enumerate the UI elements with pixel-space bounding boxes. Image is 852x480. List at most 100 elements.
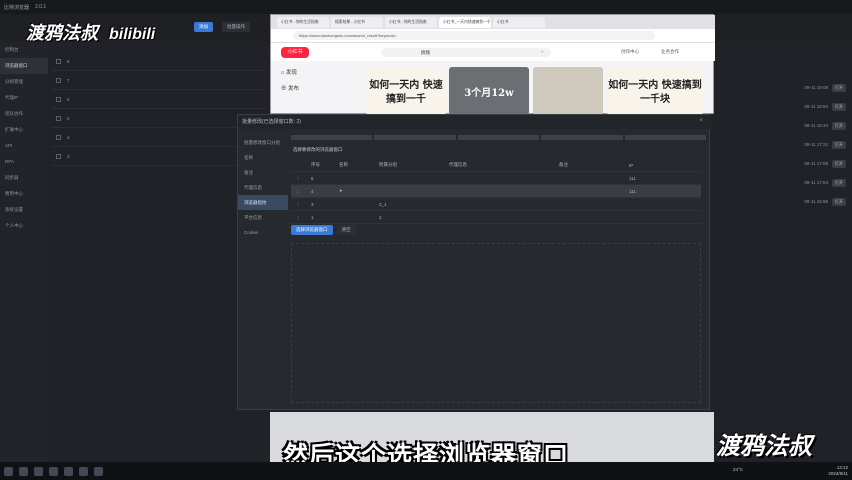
url-field[interactable]: https://www.xiaohongshu.com/search_resul… — [293, 31, 655, 40]
row-checkbox[interactable]: :: — [291, 215, 311, 220]
row-checkbox[interactable] — [56, 115, 61, 121]
business-link[interactable]: 业务合作 — [661, 49, 679, 55]
browser-tab[interactable]: 搜索结果 - 小红书 — [331, 16, 383, 28]
open-button[interactable]: 打开 — [832, 159, 846, 168]
sidebar-item[interactable]: RPA — [0, 154, 48, 170]
dialog-title: 批量修改(已选择窗口数: 2) — [238, 115, 711, 129]
row-checkbox[interactable] — [56, 96, 61, 102]
col-name: 名称 — [339, 162, 348, 167]
dialog-side-item[interactable]: 平台信息 — [238, 210, 288, 225]
open-button[interactable]: 打开 — [832, 197, 846, 206]
row-checkbox[interactable]: :: — [291, 176, 311, 181]
step-tab[interactable] — [541, 135, 623, 140]
dialog-side-item-active[interactable]: 浏览器指纹 — [238, 195, 288, 210]
sidebar-item[interactable]: API — [0, 138, 48, 154]
table-row[interactable]: 8 — [52, 52, 267, 71]
dialog-side-item[interactable]: 备注 — [238, 165, 288, 180]
row-checkbox[interactable] — [56, 134, 61, 140]
sidebar-item-active[interactable]: 浏览器窗口 — [0, 58, 48, 74]
sidebar-item[interactable]: 同步器 — [0, 170, 48, 186]
browser-tab[interactable]: 小红书 - 你的生活指南 — [277, 16, 329, 28]
clear-button[interactable]: 清空 — [336, 225, 356, 235]
sidebar-item[interactable]: 代理IP — [0, 90, 48, 106]
step-tab[interactable] — [624, 135, 707, 140]
weather-temp: 24°C — [733, 467, 744, 472]
table-row[interactable]: 7 — [52, 71, 267, 90]
col-proxy: 代理信息 — [449, 162, 467, 167]
nav-discover[interactable]: ⌂ 发现 — [281, 65, 341, 81]
title-bar: 比特浏览器 2.0.1 — [0, 0, 852, 14]
xiaohongshu-logo[interactable]: 小红书 — [281, 47, 309, 58]
open-button[interactable]: 打开 — [832, 178, 846, 187]
table-row[interactable]: 3 — [52, 147, 267, 166]
nav-publish[interactable]: ⊕ 发布 — [281, 81, 341, 97]
sidebar-item[interactable]: 系统设置 — [0, 202, 48, 218]
table-row[interactable]: 6 — [52, 90, 267, 109]
dialog-side-item[interactable]: 批量修改窗口分组 — [238, 135, 288, 150]
row-index: 8 — [67, 58, 70, 64]
note-card[interactable]: 3个月12w — [449, 67, 529, 115]
select-window-button[interactable]: 选择浏览器窗口 — [291, 225, 333, 235]
browser-tab[interactable]: 小红书 - 你的生活指南 — [385, 16, 437, 28]
row-checkbox[interactable] — [56, 153, 61, 159]
app-icon[interactable] — [64, 466, 73, 476]
sidebar-item[interactable]: 分组管理 — [0, 74, 48, 90]
row-index: 3 — [67, 153, 70, 159]
sidebar-item[interactable]: 个人中心 — [0, 218, 48, 234]
system-clock[interactable]: 13:12 2024/9/11 — [828, 465, 848, 477]
list-item: 09-11 16:58 打开 — [715, 192, 852, 211]
row-checkbox[interactable]: :: — [291, 189, 311, 194]
table-row[interactable]: :: 1 2 — [291, 211, 701, 224]
close-icon[interactable]: × — [699, 118, 703, 124]
creator-center-link[interactable]: 创作中心 — [621, 49, 639, 55]
row-index: 5 — [67, 115, 70, 121]
table-row[interactable]: :: 3 2_1 — [291, 198, 701, 211]
app-icon[interactable] — [79, 466, 88, 476]
row-time: 09-11 17:21 — [804, 142, 828, 147]
note-card[interactable]: 如何一天内 快速搞到一千 — [366, 67, 446, 115]
sidebar-item[interactable]: 扩展中心 — [0, 122, 48, 138]
open-button[interactable]: 打开 — [832, 102, 846, 111]
search-icon[interactable] — [19, 466, 28, 476]
browser-tab[interactable]: 小红书 — [493, 16, 545, 28]
row-ip: 111 — [629, 188, 636, 194]
new-button[interactable]: 添加 — [194, 22, 213, 32]
dialog-side-menu: 批量修改窗口分组 名称 备注 代理信息 浏览器指纹 平台信息 Cookie — [238, 135, 288, 275]
open-button[interactable]: 打开 — [832, 83, 846, 92]
app-window: 比特浏览器 2.0.1 添加 批量操作 渡鸦法叔 bilibili 控制台 浏览… — [0, 0, 852, 480]
table-row[interactable]: 4 — [52, 128, 267, 147]
open-button[interactable]: 打开 — [832, 140, 846, 149]
table-row-hovered[interactable]: :: 4 ➤ 111 — [291, 185, 701, 198]
dialog-side-item[interactable]: 名称 — [238, 150, 288, 165]
explorer-icon[interactable] — [34, 466, 43, 476]
open-button[interactable]: 打开 — [832, 121, 846, 130]
browser-tab-active[interactable]: 小红书_一天内快速搞到一千块 — [439, 16, 491, 28]
table-row[interactable]: :: 6 111 — [291, 172, 701, 185]
site-search-input[interactable]: 搞钱 — [381, 48, 551, 57]
step-tab[interactable] — [457, 135, 540, 140]
search-icon[interactable]: ⌕ — [541, 49, 544, 55]
step-tab[interactable] — [374, 135, 456, 140]
plus-icon: ⊕ — [281, 86, 289, 92]
note-card-text: 3个月12w — [464, 88, 514, 99]
note-card-image[interactable] — [533, 67, 603, 115]
browser-icon[interactable] — [49, 466, 58, 476]
row-checkbox[interactable] — [56, 77, 61, 83]
sidebar-item[interactable]: 控制台 — [0, 42, 48, 58]
row-index: 1 — [311, 214, 314, 220]
dialog-side-item[interactable]: Cookie — [238, 225, 288, 240]
note-card[interactable]: 如何一天内 快速搞到一千块 — [607, 67, 703, 115]
list-item: 09-11 18:54 打开 — [715, 97, 852, 116]
row-checkbox[interactable] — [56, 58, 61, 64]
sidebar-item[interactable]: 费用中心 — [0, 186, 48, 202]
table-row[interactable]: 5 — [52, 109, 267, 128]
batch-button[interactable]: 批量操作 — [222, 22, 250, 32]
app-icon[interactable] — [94, 466, 103, 476]
step-tab[interactable] — [291, 135, 373, 140]
start-icon[interactable] — [4, 466, 13, 476]
sidebar-item[interactable]: 团队协作 — [0, 106, 48, 122]
app-title: 比特浏览器 — [4, 4, 30, 11]
row-checkbox[interactable]: :: — [291, 202, 311, 207]
list-item: 09-11 17:04 打开 — [715, 173, 852, 192]
dialog-side-item[interactable]: 代理信息 — [238, 180, 288, 195]
